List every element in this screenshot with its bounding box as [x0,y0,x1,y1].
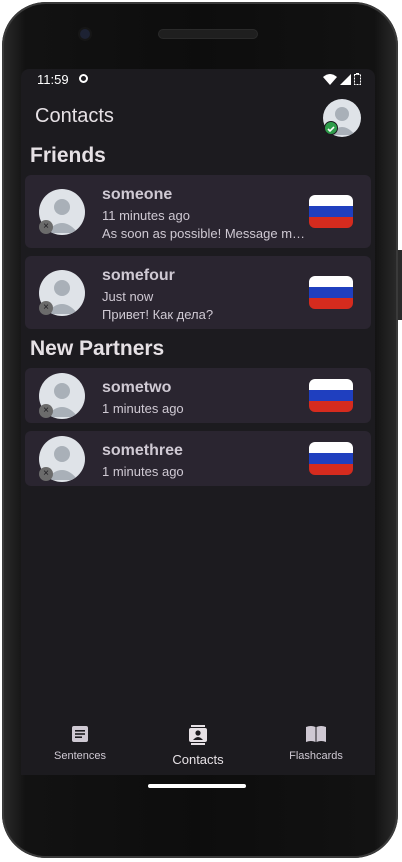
nav-flashcards-label: Flashcards [289,750,343,762]
contact-name: sometwo [102,379,172,396]
power-button [398,250,402,320]
battery-icon [354,73,361,85]
contact-card[interactable]: × someone 11 minutes ago As soon as poss… [25,175,371,248]
contact-card[interactable]: × somethree 1 minutes ago [25,431,371,486]
offline-status-icon: × [39,301,53,315]
article-icon [72,726,88,742]
earpiece-speaker [159,30,257,38]
nav-sentences[interactable]: Sentences [21,725,139,762]
contact-card[interactable]: × sometwo 1 minutes ago [25,368,371,423]
contact-last-seen: 1 minutes ago [102,464,184,479]
offline-status-icon: × [39,404,53,418]
contact-name: someone [102,186,173,203]
wifi-icon [323,73,337,85]
russia-flag-icon [309,276,353,309]
page-title: Contacts [35,105,114,127]
system-icons [323,73,361,85]
app-screen: 11:59 Contacts Friends × someone 11 minu… [21,69,375,775]
front-camera [80,29,90,39]
nav-sentences-label: Sentences [54,750,106,762]
contact-last-seen: 1 minutes ago [102,401,184,416]
online-status-icon [324,121,338,135]
contact-card[interactable]: × somefour Just now Привет! Как дела? [25,256,371,329]
contact-last-seen: Just now [102,289,154,304]
nav-contacts[interactable]: Contacts [139,725,257,767]
home-indicator[interactable] [148,784,246,788]
contact-last-seen: 11 minutes ago [102,208,190,223]
contacts-icon [189,725,207,745]
notification-icon [79,74,88,83]
check-icon [327,126,335,133]
contact-name: somethree [102,442,183,459]
book-icon [306,726,326,742]
status-time: 11:59 [37,72,69,87]
nav-flashcards[interactable]: Flashcards [257,725,375,762]
contact-name: somefour [102,267,175,284]
section-friends-heading: Friends [30,144,106,167]
contact-last-message: As soon as possible! Message me when you… [102,226,310,241]
signal-icon [340,73,351,85]
russia-flag-icon [309,379,353,412]
status-bar: 11:59 [21,69,375,91]
nav-contacts-label: Contacts [172,752,224,767]
russia-flag-icon [309,442,353,475]
offline-status-icon: × [39,220,53,234]
contact-last-message: Привет! Как дела? [102,307,214,322]
offline-status-icon: × [39,467,53,481]
section-new-partners-heading: New Partners [30,337,165,360]
bottom-navigation: Sentences Contacts Flashcards [21,713,375,775]
russia-flag-icon [309,195,353,228]
